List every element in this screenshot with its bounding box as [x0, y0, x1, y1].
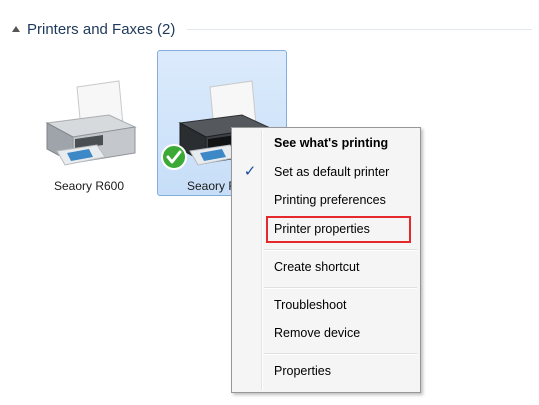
menu-item-label: See what's printing	[274, 136, 389, 150]
group-title: Printers and Faxes (2)	[27, 20, 176, 38]
menu-item-printing-preferences[interactable]: Printing preferences	[234, 189, 418, 211]
checkmark-icon: ✓	[243, 163, 257, 180]
group-divider-line	[187, 28, 532, 30]
menu-separator	[264, 353, 417, 355]
menu-item-see-whats-printing[interactable]: See what's printing	[234, 132, 418, 154]
collapse-triangle-icon[interactable]	[12, 26, 20, 32]
menu-item-label: Printing preferences	[274, 193, 386, 207]
printer-label: Seaory R600	[53, 179, 125, 193]
menu-item-troubleshoot[interactable]: Troubleshoot	[234, 294, 418, 316]
red-highlight-annotation	[266, 216, 411, 243]
menu-item-label: Create shortcut	[274, 260, 360, 274]
menu-item-create-shortcut[interactable]: Create shortcut	[234, 256, 418, 278]
menu-item-properties[interactable]: Properties	[234, 360, 418, 382]
printer-icon	[45, 80, 137, 166]
printer-tile-1[interactable]: Seaory R600	[24, 50, 154, 196]
menu-separator	[264, 287, 417, 289]
menu-separator	[264, 249, 417, 251]
menu-item-label: Remove device	[274, 326, 361, 340]
menu-item-remove-device[interactable]: Remove device	[234, 322, 418, 344]
green-check-badge-icon	[161, 144, 187, 170]
group-header-printers-and-faxes[interactable]: Printers and Faxes (2)	[12, 19, 532, 39]
menu-item-label: Troubleshoot	[274, 298, 347, 312]
menu-item-label: Properties	[274, 364, 331, 378]
menu-item-label: Set as default printer	[274, 165, 390, 179]
menu-item-set-as-default-printer[interactable]: ✓ Set as default printer	[234, 161, 418, 183]
printer-context-menu: See what's printing ✓ Set as default pri…	[231, 127, 421, 393]
